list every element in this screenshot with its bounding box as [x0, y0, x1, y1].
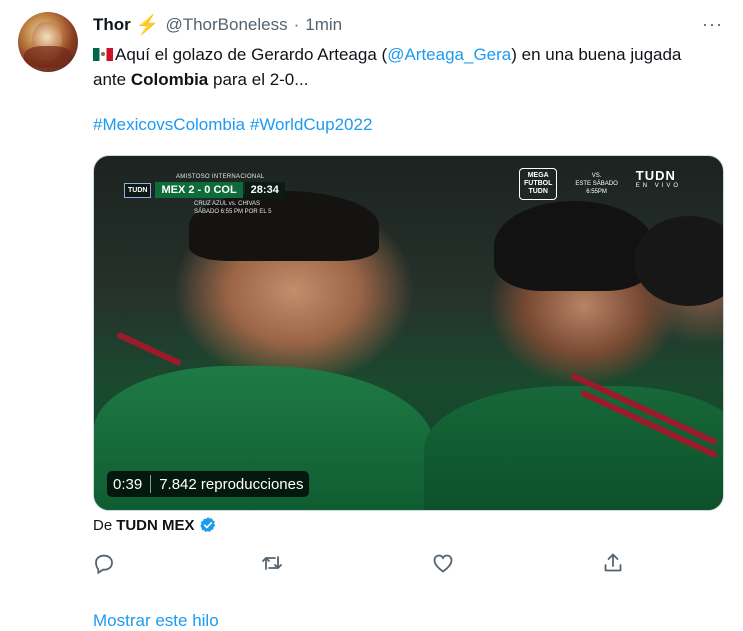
- tweet-header: Thor ⚡ @ThorBoneless · 1min: [93, 13, 342, 37]
- separator-dot: ·: [293, 15, 300, 34]
- share-icon[interactable]: [601, 551, 625, 575]
- tweet-time[interactable]: 1min: [305, 15, 342, 35]
- match-clock: 28:34: [244, 182, 285, 198]
- video-frame-detail: [494, 201, 654, 291]
- scorebug: AMISTOSO INTERNACIONAL TUDN MEX 2 - 0 CO…: [124, 174, 285, 216]
- scorebug-promo: CRUZ AZUL vs. CHIVAS SÁBADO 6:55 PM POR …: [194, 200, 285, 216]
- like-icon[interactable]: [431, 551, 455, 575]
- logo-text: FUTBOL: [524, 180, 553, 187]
- avatar-figure-base: [24, 46, 72, 68]
- promo-time: 6:55PM: [586, 189, 607, 195]
- promo-vs: VS.: [591, 173, 602, 179]
- video-views: 7.842 reproducciones: [159, 475, 304, 493]
- mention-link[interactable]: @Arteaga_Gera: [387, 45, 511, 64]
- broadcast-overlay: MEGA FUTBOL TUDN VS. ESTE SÁBADO 6:55PM …: [519, 168, 681, 200]
- hashtags: #MexicovsColombia #WorldCup2022: [93, 115, 372, 135]
- logo-text: TUDN: [528, 188, 548, 195]
- source-prefix: De: [93, 516, 113, 534]
- verified-badge-icon: [199, 517, 215, 533]
- mega-futbol-logo: MEGA FUTBOL TUDN: [519, 168, 558, 200]
- away-team: COL: [213, 184, 237, 196]
- promo-line: SÁBADO 6:55 PM POR EL 5: [194, 209, 272, 215]
- reply-icon[interactable]: [92, 551, 116, 575]
- author-name[interactable]: Thor: [93, 15, 131, 35]
- network-name: TUDN: [635, 168, 676, 183]
- video-frame-detail: [424, 386, 723, 510]
- lightning-icon: ⚡: [135, 15, 160, 36]
- promo-day: ESTE SÁBADO: [575, 181, 618, 187]
- tweet-text-bold: Colombia: [130, 70, 209, 89]
- promo-line: CRUZ AZUL vs. CHIVAS: [194, 201, 261, 207]
- mexico-flag-icon: [93, 48, 113, 61]
- hashtag-link[interactable]: #WorldCup2022: [250, 115, 373, 134]
- badge-divider: [150, 475, 152, 493]
- video-source: De TUDN MEX: [93, 516, 217, 534]
- scorebug-score: MEX 2 - 0 COL: [155, 182, 243, 198]
- logo-text: MEGA: [527, 172, 549, 179]
- tweet-text-part1: Aquí el golazo de Gerardo Arteaga (: [115, 45, 388, 64]
- show-thread-link[interactable]: Mostrar este hilo: [93, 611, 219, 631]
- video-info-badge: 0:39 7.842 reproducciones: [107, 471, 310, 497]
- hashtag-link[interactable]: #MexicovsColombia: [93, 115, 245, 134]
- scorebug-logo: TUDN: [124, 182, 152, 198]
- tweet-text: Aquí el golazo de Gerardo Arteaga (@Arte…: [93, 42, 693, 92]
- promo-schedule: VS. ESTE SÁBADO 6:55PM: [575, 172, 617, 196]
- score: 2 - 0: [188, 184, 211, 196]
- tweet-actions: [0, 551, 743, 581]
- video-frame-detail: [116, 331, 182, 367]
- home-team: MEX: [161, 184, 186, 196]
- author-handle[interactable]: @ThorBoneless: [165, 15, 287, 35]
- tweet-text-part3: para el 2-0...: [208, 70, 309, 89]
- author-avatar[interactable]: [18, 12, 78, 72]
- scorebug-competition: AMISTOSO INTERNACIONAL: [176, 174, 265, 180]
- source-account-link[interactable]: TUDN MEX: [116, 517, 194, 534]
- more-options-icon[interactable]: ···: [702, 14, 723, 35]
- video-player[interactable]: AMISTOSO INTERNACIONAL TUDN MEX 2 - 0 CO…: [93, 155, 724, 511]
- retweet-icon[interactable]: [260, 551, 284, 575]
- network-sub: EN VIVO: [635, 183, 682, 189]
- network-logo: TUDN EN VIVO: [636, 168, 681, 189]
- video-duration: 0:39: [113, 475, 143, 493]
